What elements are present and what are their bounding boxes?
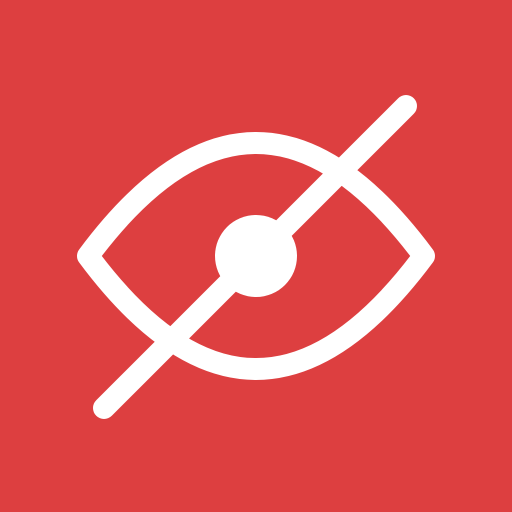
- app-icon-tile: [0, 0, 512, 512]
- eye-off-icon: [0, 0, 512, 512]
